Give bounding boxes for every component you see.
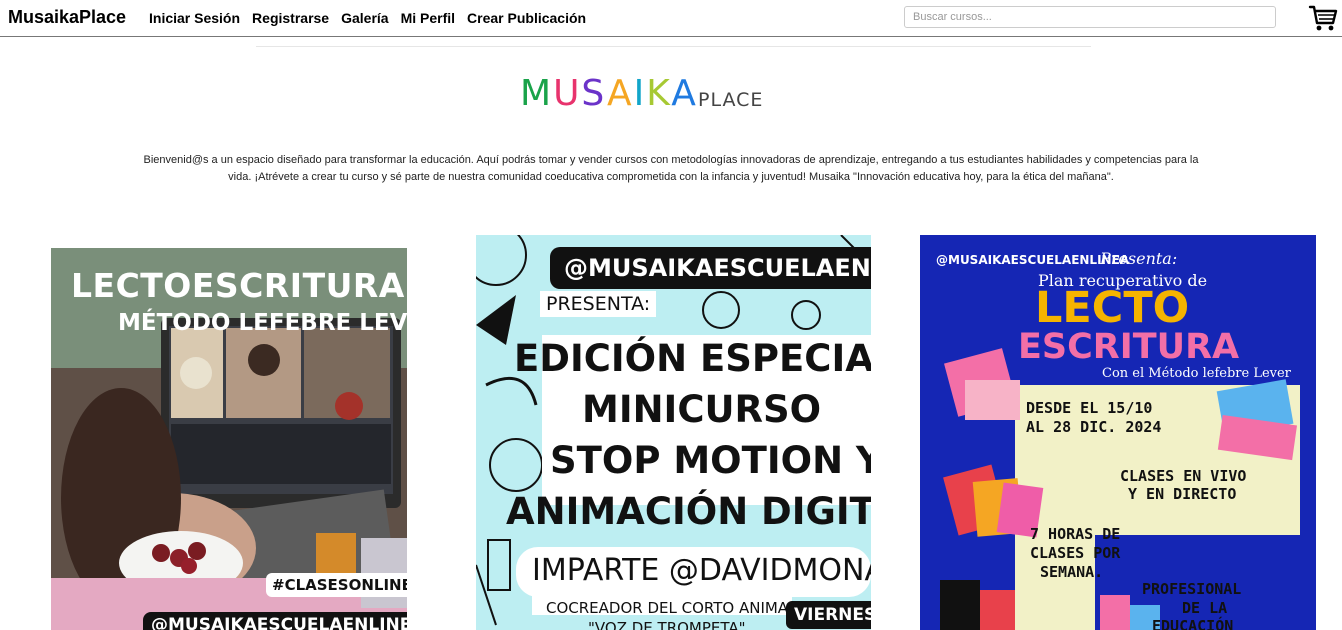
card3-horas-1: 7 HORAS DE xyxy=(1030,525,1121,543)
card2-line-3: STOP MOTION Y xyxy=(550,439,871,482)
card3-escritura: ESCRITURA xyxy=(1018,327,1240,367)
card2-line-2: MINICURSO xyxy=(582,388,822,431)
card2-line-1: EDICIÓN ESPECIAL: xyxy=(514,337,871,380)
card3-presenta: Presenta: xyxy=(1100,249,1178,268)
course-card-lectoescritura-2[interactable]: @MUSAIKAESCUELAENLINEA Presenta: Plan re… xyxy=(920,235,1316,630)
card3-clases-2: Y EN DIRECTO xyxy=(1128,485,1237,503)
logo-letter: A xyxy=(606,73,634,114)
divider xyxy=(256,46,1091,47)
card3-prof-1: PROFESIONAL xyxy=(1142,580,1242,598)
course-card-lectoescritura-1[interactable]: LECTOESCRITURA MÉTODO LEFEBRE LEVER #CLA… xyxy=(51,248,407,630)
card1-subtitle: MÉTODO LEFEBRE LEVER xyxy=(118,310,407,336)
logo-letter: A xyxy=(671,73,698,114)
card3-metodo: Con el Método lefebre Lever xyxy=(1102,366,1291,381)
card2-cocreador: COCREADOR DEL CORTO ANIMADO xyxy=(546,599,812,617)
logo-letter: I xyxy=(633,73,647,114)
nav-profile[interactable]: Mi Perfil xyxy=(401,10,455,26)
logo-letter: M xyxy=(520,73,554,114)
cart-icon[interactable] xyxy=(1308,4,1338,32)
card2-corto: "VOZ DE TROMPETA" xyxy=(588,619,746,630)
card2-handle: @MUSAIKAESCUELAENLINEA xyxy=(550,247,871,289)
card3-al: AL 28 DIC. 2024 xyxy=(1026,418,1162,436)
nav-create-post[interactable]: Crear Publicación xyxy=(467,10,586,26)
course-card-stop-motion[interactable]: @MUSAIKAESCUELAENLINEA PRESENTA: EDICIÓN… xyxy=(476,235,871,630)
card3-prof-2: DE LA xyxy=(1182,599,1228,617)
card1-handle: @MUSAIKAESCUELAENLINEA xyxy=(143,612,407,630)
card2-viernes: VIERNES 11 xyxy=(786,601,871,629)
nav-login[interactable]: Iniciar Sesión xyxy=(149,10,240,26)
card3-desde: DESDE EL 15/10 xyxy=(1026,399,1153,417)
logo-letter: K xyxy=(646,73,672,114)
card3-prof-3: EDUCACIÓN xyxy=(1152,617,1234,630)
card1-tag: #CLASESONLINE xyxy=(266,573,407,597)
logo-main-text: MUSAIKA xyxy=(520,74,698,114)
logo-letter: U xyxy=(553,73,582,114)
card2-presenta: PRESENTA: xyxy=(540,291,657,317)
card2-imparte: IMPARTE @DAVIDMONARTE xyxy=(532,553,871,588)
welcome-text: Bienvenid@s a un espacio diseñado para t… xyxy=(143,154,1199,183)
logo-sub-text: PLACE xyxy=(698,89,764,111)
card3-clases-1: CLASES EN VIVO xyxy=(1120,467,1247,485)
card3-lecto: LECTO xyxy=(1035,283,1190,333)
nav-gallery[interactable]: Galería xyxy=(341,10,388,26)
card3-horas-3: SEMANA. xyxy=(1040,563,1104,581)
card3-horas-2: CLASES POR xyxy=(1030,544,1121,562)
card1-title: LECTOESCRITURA xyxy=(71,266,405,305)
search-input[interactable] xyxy=(904,6,1276,28)
nav-register[interactable]: Registrarse xyxy=(252,10,329,26)
nav-links: Iniciar Sesión Registrarse Galería Mi Pe… xyxy=(149,10,598,26)
card2-line-4: ANIMACIÓN DIGITAL xyxy=(506,490,871,533)
brand-link[interactable]: MusaikaPlace xyxy=(8,7,126,28)
musaika-logo: MUSAIKA PLACE xyxy=(520,74,770,120)
logo-letter: S xyxy=(581,73,607,114)
navbar: MusaikaPlace Iniciar Sesión Registrarse … xyxy=(0,0,1342,37)
